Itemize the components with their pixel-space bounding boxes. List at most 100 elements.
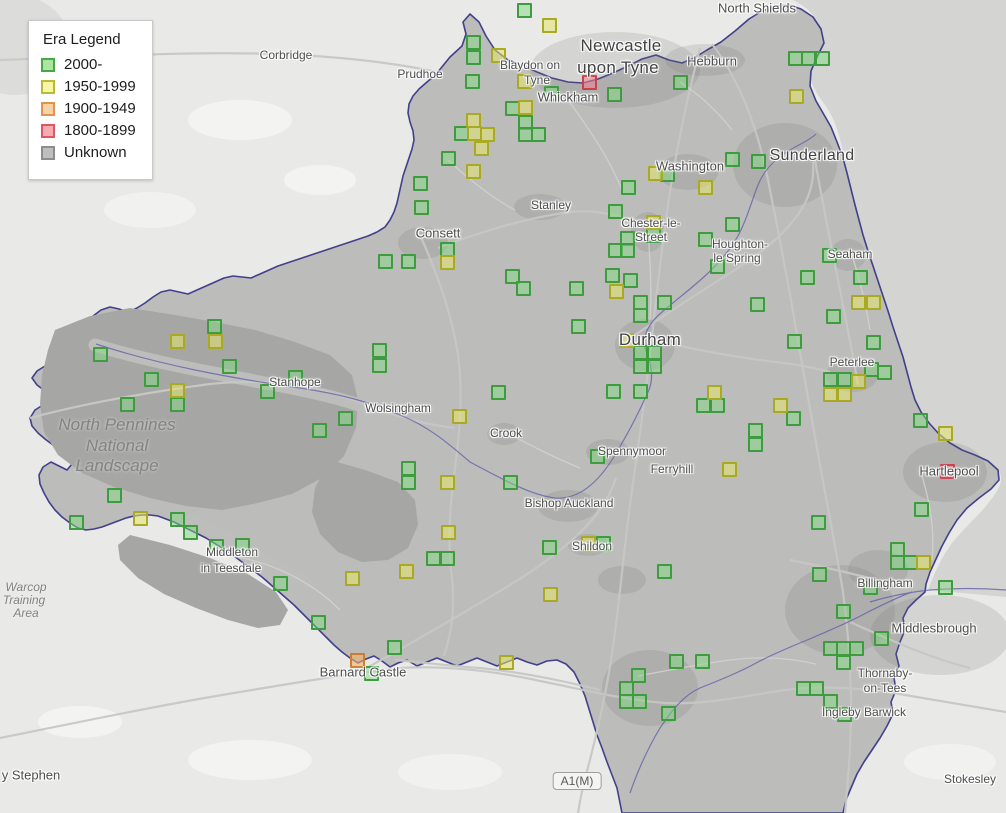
era-marker[interactable] (632, 307, 648, 323)
era-marker[interactable] (132, 510, 148, 526)
era-marker[interactable] (821, 247, 837, 263)
era-marker[interactable] (169, 396, 185, 412)
era-marker[interactable] (865, 334, 881, 350)
era-marker[interactable] (913, 501, 929, 517)
era-marker[interactable] (337, 410, 353, 426)
era-marker[interactable] (515, 280, 531, 296)
era-marker[interactable] (632, 358, 648, 374)
era-marker[interactable] (221, 358, 237, 374)
era-marker[interactable] (646, 358, 662, 374)
era-marker[interactable] (937, 579, 953, 595)
era-marker[interactable] (259, 383, 275, 399)
era-marker[interactable] (835, 654, 851, 670)
era-marker[interactable] (349, 652, 365, 668)
era-marker[interactable] (709, 258, 725, 274)
era-marker[interactable] (542, 586, 558, 602)
era-marker[interactable] (311, 422, 327, 438)
era-marker[interactable] (400, 253, 416, 269)
era-marker[interactable] (377, 253, 393, 269)
era-marker[interactable] (632, 344, 648, 360)
era-marker[interactable] (645, 214, 661, 230)
era-marker[interactable] (786, 333, 802, 349)
era-marker[interactable] (464, 73, 480, 89)
era-marker[interactable] (413, 199, 429, 215)
era-marker[interactable] (363, 665, 379, 681)
era-marker[interactable] (92, 346, 108, 362)
era-marker[interactable] (814, 50, 830, 66)
era-marker[interactable] (619, 242, 635, 258)
era-marker[interactable] (810, 514, 826, 530)
era-marker[interactable] (595, 535, 611, 551)
era-marker[interactable] (876, 364, 892, 380)
era-marker[interactable] (631, 693, 647, 709)
era-marker[interactable] (822, 371, 838, 387)
era-marker[interactable] (169, 333, 185, 349)
era-marker[interactable] (465, 34, 481, 50)
era-marker[interactable] (607, 203, 623, 219)
era-marker[interactable] (119, 396, 135, 412)
era-marker[interactable] (695, 397, 711, 413)
era-marker[interactable] (386, 639, 402, 655)
era-marker[interactable] (490, 47, 506, 63)
era-marker[interactable] (660, 705, 676, 721)
era-marker[interactable] (604, 267, 620, 283)
era-marker[interactable] (465, 49, 481, 65)
era-marker[interactable] (412, 175, 428, 191)
era-marker[interactable] (850, 294, 866, 310)
era-marker[interactable] (182, 524, 198, 540)
era-marker[interactable] (605, 383, 621, 399)
era-marker[interactable] (425, 550, 441, 566)
era-marker[interactable] (68, 514, 84, 530)
era-marker[interactable] (937, 425, 953, 441)
era-marker[interactable] (772, 397, 788, 413)
era-marker[interactable] (848, 640, 864, 656)
era-marker[interactable] (632, 383, 648, 399)
era-marker[interactable] (530, 126, 546, 142)
era-marker[interactable] (836, 371, 852, 387)
era-marker[interactable] (516, 73, 532, 89)
era-marker[interactable] (799, 269, 815, 285)
era-marker[interactable] (344, 570, 360, 586)
era-marker[interactable] (206, 318, 222, 334)
era-marker[interactable] (234, 537, 250, 553)
era-marker[interactable] (622, 272, 638, 288)
era-marker[interactable] (618, 332, 634, 348)
era-marker[interactable] (473, 140, 489, 156)
era-marker[interactable] (106, 487, 122, 503)
era-marker[interactable] (451, 408, 467, 424)
era-marker[interactable] (439, 474, 455, 490)
era-marker[interactable] (836, 386, 852, 402)
era-marker[interactable] (287, 369, 303, 385)
era-marker[interactable] (400, 474, 416, 490)
era-marker[interactable] (620, 179, 636, 195)
era-marker[interactable] (672, 74, 688, 90)
era-marker[interactable] (581, 74, 597, 90)
era-marker[interactable] (440, 150, 456, 166)
era-marker[interactable] (785, 410, 801, 426)
era-marker[interactable] (568, 280, 584, 296)
era-marker[interactable] (912, 412, 928, 428)
era-marker[interactable] (850, 373, 866, 389)
era-marker[interactable] (800, 50, 816, 66)
era-marker[interactable] (541, 539, 557, 555)
era-marker[interactable] (825, 308, 841, 324)
era-marker[interactable] (608, 283, 624, 299)
era-marker[interactable] (310, 614, 326, 630)
era-marker[interactable] (439, 550, 455, 566)
era-marker[interactable] (543, 85, 559, 101)
era-marker[interactable] (808, 680, 824, 696)
era-marker[interactable] (724, 151, 740, 167)
era-marker[interactable] (169, 511, 185, 527)
era-marker[interactable] (517, 99, 533, 115)
era-marker[interactable] (747, 422, 763, 438)
era-marker[interactable] (915, 554, 931, 570)
era-marker[interactable] (479, 126, 495, 142)
era-marker[interactable] (570, 318, 586, 334)
era-marker[interactable] (709, 397, 725, 413)
era-marker[interactable] (207, 333, 223, 349)
era-marker[interactable] (208, 538, 224, 554)
era-marker[interactable] (865, 294, 881, 310)
era-marker[interactable] (498, 654, 514, 670)
era-marker[interactable] (490, 384, 506, 400)
era-marker[interactable] (589, 448, 605, 464)
